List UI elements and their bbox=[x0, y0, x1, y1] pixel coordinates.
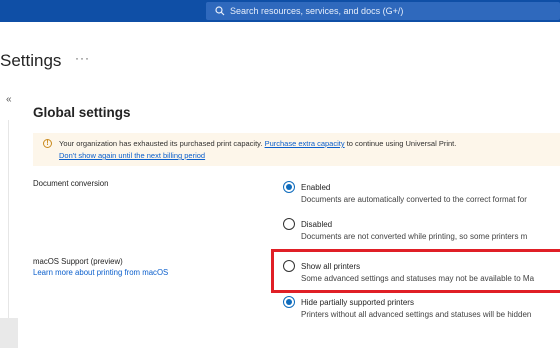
option-description: Some advanced settings and statuses may … bbox=[301, 274, 535, 283]
sidebar-item[interactable] bbox=[0, 318, 18, 348]
option-title: Disabled bbox=[301, 220, 333, 229]
purchase-capacity-link[interactable]: Purchase extra capacity bbox=[265, 139, 345, 148]
option-description: Printers without all advanced settings a… bbox=[301, 310, 532, 319]
option-description: Documents are not converted while printi… bbox=[301, 232, 528, 241]
option-description: Documents are automatically converted to… bbox=[301, 195, 527, 204]
page-title: Settings bbox=[0, 51, 62, 70]
top-bar: Search resources, services, and docs (G+… bbox=[0, 0, 560, 22]
warning-banner: ! Your organization has exhausted its pu… bbox=[33, 133, 560, 166]
radio-enabled[interactable] bbox=[283, 181, 295, 193]
sidebar-edge bbox=[0, 120, 9, 318]
highlight-box bbox=[271, 249, 560, 293]
document-conversion-label: Document conversion bbox=[33, 179, 109, 188]
radio-hide-partial-printers[interactable] bbox=[283, 296, 295, 308]
collapse-sidebar-icon[interactable]: « bbox=[6, 94, 12, 105]
more-options-icon[interactable]: ··· bbox=[75, 51, 90, 65]
option-title: Enabled bbox=[301, 183, 331, 192]
section-title: Global settings bbox=[33, 105, 131, 120]
option-title: Hide partially supported printers bbox=[301, 298, 414, 307]
warning-icon: ! bbox=[43, 139, 52, 148]
search-icon bbox=[212, 3, 228, 19]
macos-learn-more-link[interactable]: Learn more about printing from macOS bbox=[33, 268, 168, 277]
radio-disabled[interactable] bbox=[283, 218, 295, 230]
radio-show-all-printers[interactable] bbox=[283, 260, 295, 272]
dismiss-banner-link[interactable]: Don't show again until the next billing … bbox=[59, 151, 205, 160]
banner-message: Your organization has exhausted its purc… bbox=[59, 139, 456, 148]
banner-text-after: to continue using Universal Print. bbox=[346, 139, 457, 148]
option-title: Show all printers bbox=[301, 262, 361, 271]
search-box[interactable]: Search resources, services, and docs (G+… bbox=[206, 2, 560, 20]
search-input[interactable]: Search resources, services, and docs (G+… bbox=[230, 6, 403, 16]
macos-support-label: macOS Support (preview) bbox=[33, 257, 123, 266]
banner-text: Your organization has exhausted its purc… bbox=[59, 139, 263, 148]
